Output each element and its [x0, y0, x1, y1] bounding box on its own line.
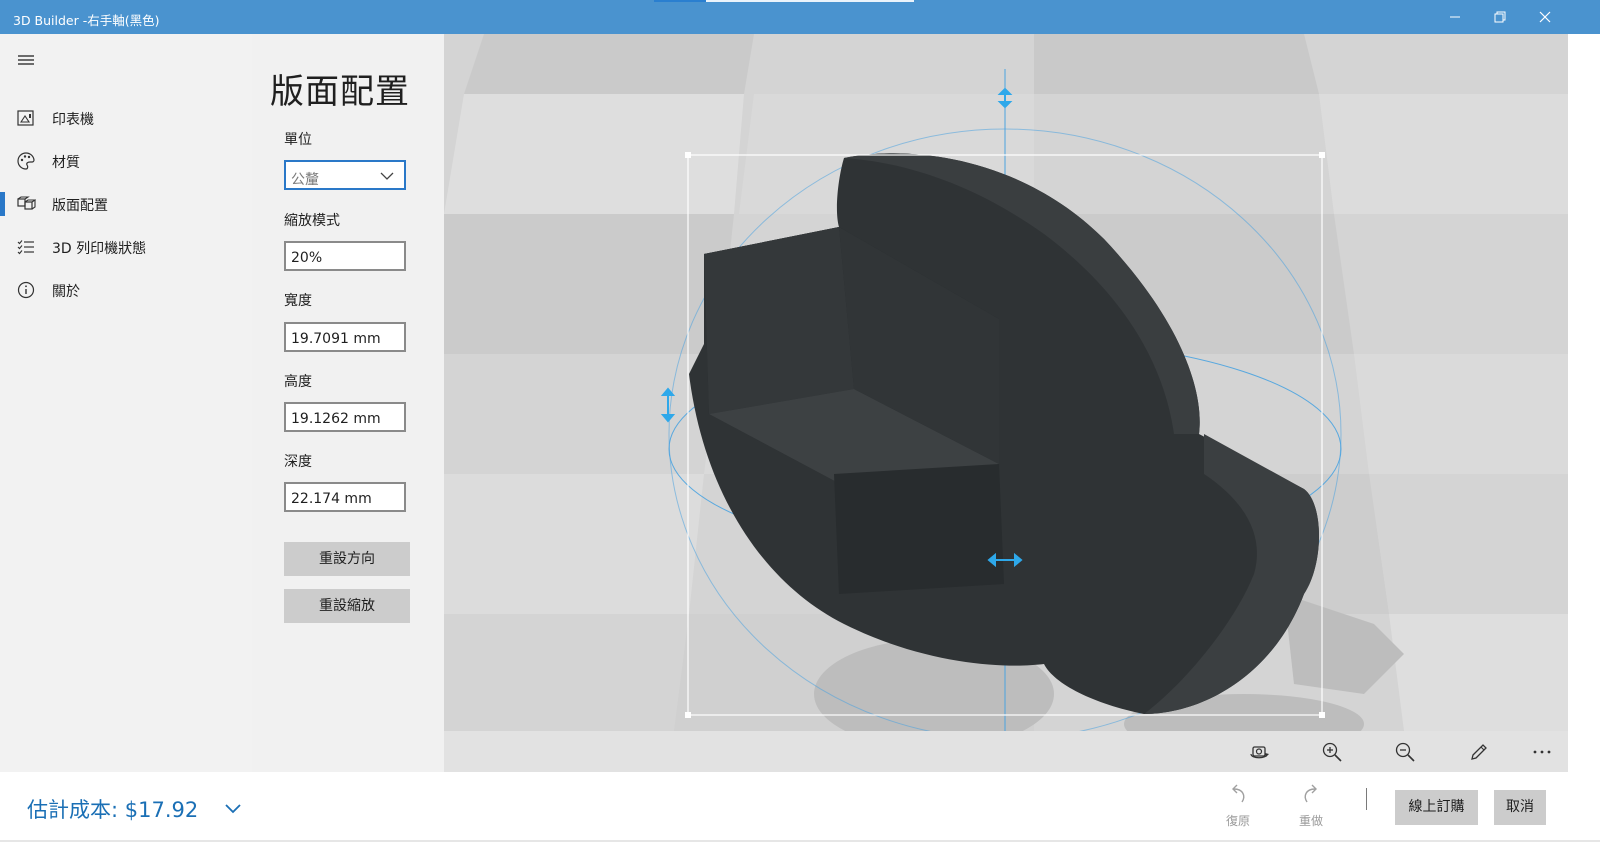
layout-settings-panel: 版面配置 單位 公釐 縮放模式 20% 寬度 19.7091 mm 高度 19.… [252, 34, 444, 772]
order-online-button[interactable]: 線上訂購 [1395, 790, 1478, 825]
layout-icon [16, 194, 37, 214]
checklist-icon [16, 237, 36, 257]
redo-label: 重做 [1298, 814, 1323, 828]
3d-viewport[interactable] [444, 34, 1568, 731]
palette-icon [16, 151, 36, 171]
panel-title: 版面配置 [270, 72, 410, 112]
sidebar-item-label: 版面配置 [52, 198, 108, 214]
right-scroll-area [1568, 34, 1600, 772]
separator [1366, 788, 1367, 810]
zoom-in-button[interactable] [1321, 741, 1343, 763]
edit-pencil-icon [1471, 744, 1487, 760]
zoom-in-icon [1322, 742, 1342, 762]
undo-button[interactable]: 復原 [1218, 784, 1258, 829]
chevron-down-icon [380, 172, 394, 180]
reset-orientation-button[interactable]: 重設方向 [284, 542, 410, 576]
restore-button[interactable] [1477, 0, 1523, 34]
title-accent-segment [706, 0, 914, 2]
reset-scale-button[interactable]: 重設縮放 [284, 589, 410, 623]
width-input-value: 19.7091 mm [291, 331, 381, 347]
close-button[interactable] [1522, 0, 1568, 34]
scale-input[interactable]: 20% [284, 241, 406, 271]
sidebar-item-material[interactable]: 材質 [0, 141, 252, 181]
unit-select[interactable]: 公釐 [284, 160, 406, 190]
sidebar-item-about[interactable]: 關於 [0, 270, 252, 310]
sidebar-item-printer[interactable]: 印表機 [0, 98, 252, 138]
zoom-out-button[interactable] [1394, 741, 1416, 763]
more-icon [1533, 750, 1551, 754]
estimated-cost-label: 估計成本: $17.92 [27, 798, 199, 822]
resize-handle[interactable] [1319, 712, 1325, 718]
selection-indicator [0, 192, 5, 216]
depth-input-value: 22.174 mm [291, 491, 372, 507]
sidebar-item-label: 材質 [52, 155, 80, 171]
chevron-down-icon [225, 804, 241, 814]
resize-handle[interactable] [1319, 152, 1325, 158]
redo-button[interactable]: 重做 [1291, 784, 1331, 829]
minimize-button[interactable] [1432, 0, 1478, 34]
orbit-camera-button[interactable] [1248, 741, 1270, 763]
minimize-icon [1450, 16, 1460, 18]
sidebar-item-label: 關於 [52, 284, 80, 300]
zoom-out-icon [1395, 742, 1415, 762]
depth-input[interactable]: 22.174 mm [284, 482, 406, 512]
orbit-camera-icon [1250, 746, 1269, 759]
sidebar-item-label: 印表機 [52, 112, 94, 128]
unit-label: 單位 [284, 132, 312, 148]
close-icon [1539, 11, 1551, 23]
sidebar-item-3d-printer-status[interactable]: 3D 列印機狀態 [0, 227, 252, 267]
undo-label: 復原 [1225, 814, 1250, 828]
redo-icon [1304, 784, 1317, 803]
info-icon [16, 280, 36, 300]
height-label: 高度 [284, 374, 312, 390]
sidebar-item-layout[interactable]: 版面配置 [0, 184, 252, 224]
cancel-button[interactable]: 取消 [1494, 790, 1546, 825]
undo-icon [1232, 784, 1245, 803]
restore-icon [1494, 11, 1506, 23]
viewport-toolbar [444, 731, 1568, 772]
window-title: 3D Builder -右手軸(黑色) [13, 13, 160, 28]
bottom-bar: 估計成本: $17.92 復原 重做 線上訂購 取消 [0, 772, 1600, 859]
sidebar-item-label: 3D 列印機狀態 [52, 241, 147, 257]
sidebar: 印表機 材質 版面配置 3D 列印機狀態 關於 [0, 34, 252, 772]
viewport-scene[interactable] [444, 34, 1568, 731]
scale-mode-label: 縮放模式 [284, 213, 340, 229]
printer-icon [16, 108, 36, 128]
edit-button[interactable] [1468, 741, 1490, 763]
width-label: 寬度 [284, 293, 312, 309]
bottom-divider [0, 840, 1600, 842]
title-bar: 3D Builder -右手軸(黑色) [0, 0, 1600, 34]
unit-select-value: 公釐 [291, 172, 319, 188]
resize-handle[interactable] [685, 712, 691, 718]
width-input[interactable]: 19.7091 mm [284, 322, 406, 352]
resize-handle[interactable] [685, 152, 691, 158]
depth-label: 深度 [284, 454, 312, 470]
height-input[interactable]: 19.1262 mm [284, 402, 406, 432]
height-input-value: 19.1262 mm [291, 411, 381, 427]
estimated-cost-dropdown[interactable]: 估計成本: $17.92 [27, 794, 241, 824]
title-accent-segment [654, 0, 706, 2]
hamburger-menu-button[interactable] [16, 52, 38, 70]
more-options-button[interactable] [1531, 741, 1553, 763]
scale-input-value: 20% [291, 250, 323, 266]
hamburger-icon [18, 55, 34, 65]
